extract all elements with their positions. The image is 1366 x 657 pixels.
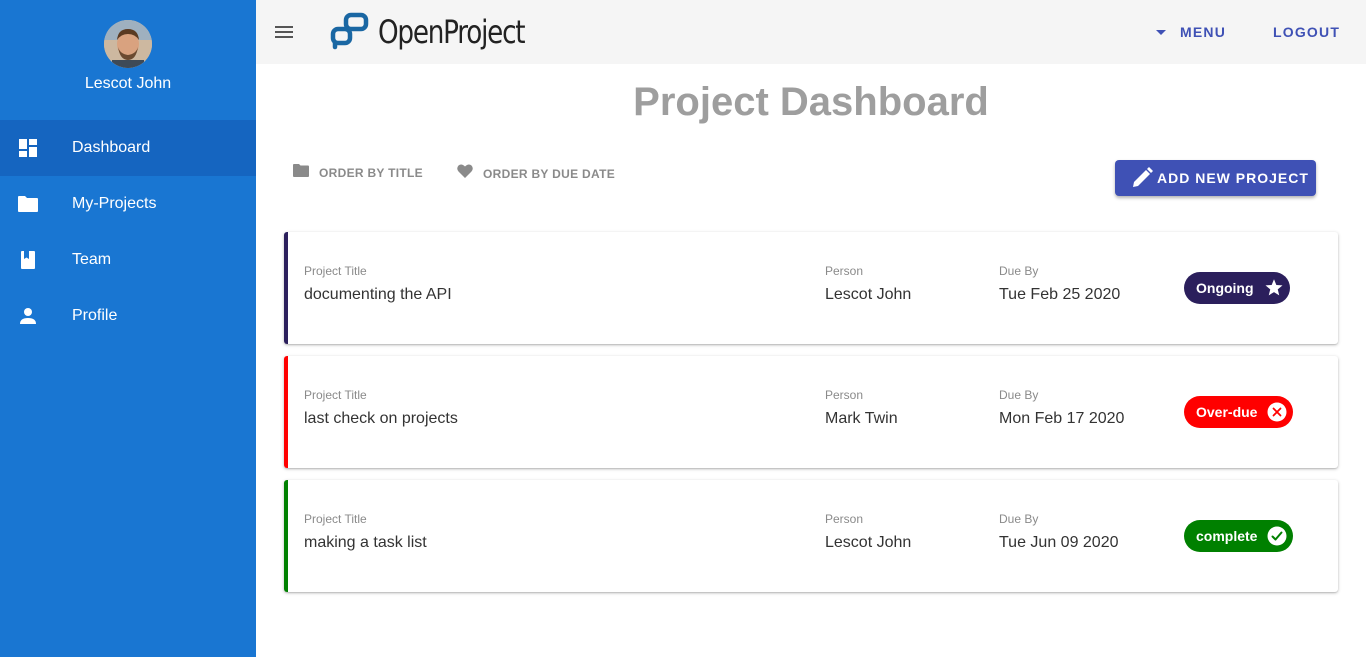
person-value: Lescot John bbox=[825, 534, 912, 551]
check-circle-icon bbox=[1265, 524, 1289, 548]
dashboard-icon bbox=[17, 137, 39, 159]
menu-label: MENU bbox=[1180, 24, 1227, 40]
sidebar-item-profile[interactable]: Profile bbox=[0, 288, 256, 344]
folder-icon bbox=[293, 164, 309, 182]
due-date-value: Tue Jun 09 2020 bbox=[999, 534, 1119, 551]
cancel-icon bbox=[1265, 400, 1289, 424]
project-title-value: making a task list bbox=[304, 534, 427, 551]
person-value: Lescot John bbox=[825, 286, 912, 303]
sidebar-item-label: Dashboard bbox=[72, 139, 151, 156]
due-date-field: Due By Tue Feb 25 2020 bbox=[999, 264, 1120, 304]
dropdown-caret-icon bbox=[1156, 29, 1166, 35]
avatar[interactable] bbox=[104, 20, 152, 68]
status-chip-label: complete bbox=[1196, 528, 1258, 544]
order-by-due-date-label: ORDER BY DUE DATE bbox=[483, 166, 616, 181]
project-title-field: Project Title documenting the API bbox=[304, 264, 452, 304]
project-title-label: Project Title bbox=[304, 388, 367, 402]
menu-dropdown-button[interactable]: MENU bbox=[1156, 24, 1226, 40]
project-title-value: last check on projects bbox=[304, 410, 458, 427]
due-date-value: Mon Feb 17 2020 bbox=[999, 410, 1125, 427]
sidebar-item-my-projects[interactable]: My-Projects bbox=[0, 176, 256, 232]
project-title-label: Project Title bbox=[304, 264, 367, 278]
openproject-logo[interactable]: OpenProject bbox=[328, 10, 556, 54]
order-by-due-date-button[interactable]: ORDER BY DUE DATE bbox=[457, 164, 615, 183]
person-label: Person bbox=[825, 264, 864, 278]
status-color-bar bbox=[284, 356, 288, 468]
top-app-bar: OpenProject MENU LOGOUT bbox=[256, 0, 1366, 64]
status-color-bar bbox=[284, 480, 288, 592]
sidebar-item-label: My-Projects bbox=[72, 195, 157, 212]
status-chip-overdue[interactable]: Over-due bbox=[1184, 396, 1294, 428]
project-title-value: documenting the API bbox=[304, 286, 452, 303]
sidebar-item-label: Team bbox=[72, 251, 112, 268]
person-label: Person bbox=[825, 512, 864, 526]
project-card[interactable]: Project Title documenting the API Person… bbox=[284, 232, 1338, 344]
status-chip-label: Over-due bbox=[1196, 404, 1258, 420]
user-profile: Lescot John bbox=[0, 0, 256, 120]
due-date-label: Due By bbox=[999, 388, 1039, 402]
add-new-project-button[interactable]: ADD NEW PROJECT bbox=[1115, 160, 1316, 196]
hamburger-menu-icon[interactable] bbox=[274, 22, 294, 42]
user-name: Lescot John bbox=[84, 75, 172, 92]
status-color-bar bbox=[284, 232, 288, 344]
person-field: Person Lescot John bbox=[825, 512, 911, 552]
due-date-label: Due By bbox=[999, 264, 1039, 278]
due-date-field: Due By Tue Jun 09 2020 bbox=[999, 512, 1119, 552]
sidebar-item-dashboard[interactable]: Dashboard bbox=[0, 120, 256, 176]
openproject-logo-icon bbox=[328, 10, 372, 55]
project-title-field: Project Title last check on projects bbox=[304, 388, 458, 428]
sidebar-item-team[interactable]: Team bbox=[0, 232, 256, 288]
project-title-field: Project Title making a task list bbox=[304, 512, 427, 552]
status-chip-label: Ongoing bbox=[1196, 280, 1254, 296]
logo-text: OpenProject bbox=[378, 13, 526, 51]
person-field: Person Lescot John bbox=[825, 264, 911, 304]
pencil-icon bbox=[1131, 167, 1153, 189]
folder-icon bbox=[17, 193, 39, 215]
person-label: Person bbox=[825, 388, 864, 402]
due-date-field: Due By Mon Feb 17 2020 bbox=[999, 388, 1124, 428]
person-icon bbox=[17, 305, 39, 327]
status-chip-ongoing[interactable]: Ongoing bbox=[1184, 272, 1290, 304]
status-chip-complete[interactable]: complete bbox=[1184, 520, 1294, 552]
project-card[interactable]: Project Title last check on projects Per… bbox=[284, 356, 1338, 468]
book-icon bbox=[17, 249, 39, 271]
add-new-project-label: ADD NEW PROJECT bbox=[1157, 170, 1309, 186]
project-card[interactable]: Project Title making a task list Person … bbox=[284, 480, 1338, 592]
person-value: Mark Twin bbox=[825, 410, 898, 427]
logout-button[interactable]: LOGOUT bbox=[1273, 24, 1340, 40]
person-field: Person Mark Twin bbox=[825, 388, 898, 428]
due-date-value: Tue Feb 25 2020 bbox=[999, 286, 1121, 303]
project-title-label: Project Title bbox=[304, 512, 367, 526]
order-by-title-label: ORDER BY TITLE bbox=[319, 166, 423, 180]
heart-icon bbox=[457, 164, 473, 183]
order-by-title-button[interactable]: ORDER BY TITLE bbox=[293, 164, 423, 182]
sidebar: Lescot John Dashboard My-Projects Team P… bbox=[0, 0, 256, 657]
sidebar-item-label: Profile bbox=[72, 307, 118, 324]
star-icon bbox=[1262, 276, 1286, 300]
due-date-label: Due By bbox=[999, 512, 1039, 526]
page-title: Project Dashboard bbox=[633, 80, 989, 124]
